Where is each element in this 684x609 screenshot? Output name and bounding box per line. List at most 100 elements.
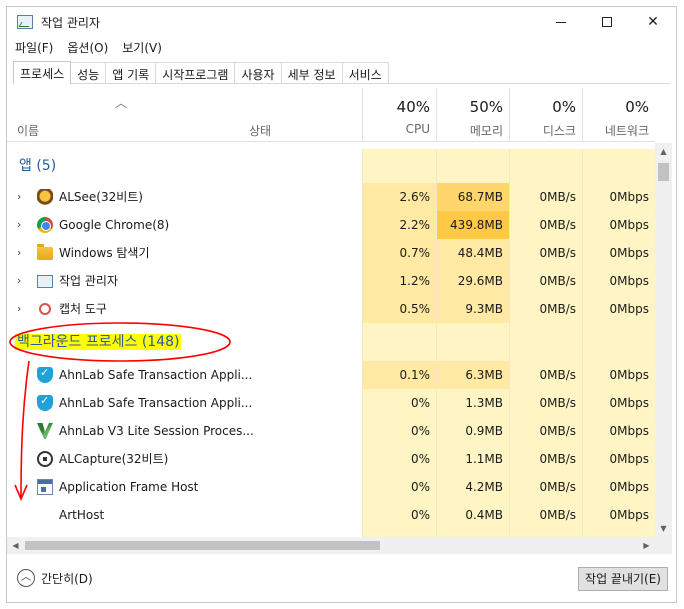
scroll-down-icon[interactable]: ▼ [655,520,672,537]
network-cell: 0Mbps [582,295,655,323]
footer: ︿ 간단히(D) 작업 끝내기(E) [7,555,676,602]
blank-icon [37,507,53,523]
process-name: 작업 관리자 [59,274,119,288]
tab-users[interactable]: 사용자 [234,62,282,83]
process-row[interactable]: Application Frame Host 0% 4.2MB 0MB/s 0M… [7,473,655,501]
memory-cell: 9.3MB [436,295,509,323]
group-label-background: 백그라운드 프로세스 (148) [15,323,182,361]
process-row[interactable]: AhnLab Safe Transaction Appli... 0% 1.3M… [7,389,655,417]
header-disk[interactable]: 0% 디스크 [509,88,582,142]
tab-app-history[interactable]: 앱 기록 [105,62,157,83]
process-name: 캡처 도구 [59,302,107,316]
disk-cell: 0MB/s [509,501,582,529]
tab-startup[interactable]: 시작프로그램 [155,62,236,83]
process-name: Google Chrome(8) [59,218,170,232]
network-percent: 0% [625,98,649,116]
title-bar[interactable]: 작업 관리자 ✕ [7,7,676,37]
memory-label: 메모리 [469,124,503,138]
network-cell: 0Mbps [582,361,655,389]
header-network[interactable]: 0% 네트워크 [582,88,655,142]
column-header: ︿ 이름 상태 40% CPU 50% 메모리 0% 디스크 0% 네트워크 [7,88,655,142]
process-row[interactable]: AhnLab Safe Transaction Appli... 0.1% 6.… [7,361,655,389]
disk-cell: 0MB/s [509,389,582,417]
network-label: 네트워크 [604,124,649,138]
chrome-icon [37,217,53,233]
network-cell: 0Mbps [582,211,655,239]
network-cell: 0Mbps [582,183,655,211]
cpu-cell: 2.2% [362,211,436,239]
close-button[interactable]: ✕ [630,7,676,37]
memory-cell: 48.4MB [436,239,509,267]
process-row[interactable]: › Google Chrome(8) 2.2% 439.8MB 0MB/s 0M… [7,211,655,239]
disk-cell: 0MB/s [509,445,582,473]
horizontal-scroll-thumb[interactable] [25,541,380,550]
tab-details[interactable]: 세부 정보 [280,62,343,83]
expand-chevron-icon[interactable]: › [17,267,21,295]
cpu-cell: 0% [362,501,436,529]
scroll-corner [655,537,672,554]
cpu-cell: 0% [362,389,436,417]
process-row[interactable]: ArtHost 0% 0.4MB 0MB/s 0Mbps [7,501,655,529]
process-row[interactable]: ALCapture(32비트) 0% 1.1MB 0MB/s 0Mbps [7,445,655,473]
minimize-icon [556,21,566,23]
alsee-icon [37,189,53,205]
header-memory[interactable]: 50% 메모리 [436,88,509,142]
vertical-scroll-thumb[interactable] [658,163,669,181]
cpu-cell: 0.1% [362,361,436,389]
group-row-background[interactable]: 백그라운드 프로세스 (148) [7,323,655,361]
shield-icon [37,366,53,383]
horizontal-scrollbar[interactable]: ◀ ▶ [7,537,655,554]
expand-chevron-icon[interactable]: › [17,211,21,239]
expand-chevron-icon[interactable]: › [17,239,21,267]
disk-cell: 0MB/s [509,473,582,501]
expand-chevron-icon[interactable]: › [17,295,21,323]
process-row[interactable]: › ALSee(32비트) 2.6% 68.7MB 0MB/s 0Mbps [7,183,655,211]
task-manager-window: 작업 관리자 ✕ 파일(F) 옵션(O) 보기(V) 프로세스 성능 앱 기록 … [6,6,677,603]
end-task-button[interactable]: 작업 끝내기(E) [578,567,668,591]
close-icon: ✕ [647,14,659,30]
process-name: ArtHost [59,508,105,522]
memory-cell: 29.6MB [436,267,509,295]
network-cell: 0Mbps [582,389,655,417]
tab-performance[interactable]: 성능 [70,62,107,83]
scroll-right-icon[interactable]: ▶ [638,537,655,554]
scroll-up-icon[interactable]: ▲ [655,143,672,160]
menu-file[interactable]: 파일(F) [15,39,53,59]
process-name: ALSee(32비트) [59,190,143,204]
header-cpu[interactable]: 40% CPU [362,88,436,142]
header-name[interactable]: 이름 [17,122,39,139]
tab-services[interactable]: 서비스 [341,62,389,83]
disk-cell: 0MB/s [509,295,582,323]
app-window-icon [37,479,53,495]
memory-cell: 1.3MB [436,389,509,417]
memory-cell: 0.4MB [436,501,509,529]
process-row[interactable]: › 작업 관리자 1.2% 29.6MB 0MB/s 0Mbps [7,267,655,295]
shield-icon [37,394,53,411]
task-manager-icon [17,15,33,29]
tab-processes[interactable]: 프로세스 [13,61,72,84]
process-row[interactable]: › 캡처 도구 0.5% 9.3MB 0MB/s 0Mbps [7,295,655,323]
disk-cell: 0MB/s [509,239,582,267]
memory-cell: 68.7MB [436,183,509,211]
process-row-partial [7,529,655,537]
cpu-cell: 0.5% [362,295,436,323]
disk-cell: 0MB/s [509,211,582,239]
process-row[interactable]: AhnLab V3 Lite Session Proces... 0% 0.9M… [7,417,655,445]
sort-up-icon: ︿ [115,96,128,110]
menu-bar: 파일(F) 옵션(O) 보기(V) [15,39,162,59]
group-row-apps[interactable]: 앱 (5) [7,149,655,183]
expand-chevron-icon[interactable]: › [17,183,21,211]
scroll-left-icon[interactable]: ◀ [7,537,24,554]
maximize-button[interactable] [584,7,630,37]
disk-cell: 0MB/s [509,417,582,445]
header-status[interactable]: 상태 [249,122,271,139]
menu-view[interactable]: 보기(V) [122,39,162,59]
memory-cell: 6.3MB [436,361,509,389]
vertical-scrollbar[interactable]: ▲ ▼ [655,143,672,537]
process-row[interactable]: › Windows 탐색기 0.7% 48.4MB 0MB/s 0Mbps [7,239,655,267]
network-cell: 0Mbps [582,473,655,501]
fewer-details-button[interactable]: ︿ 간단히(D) [17,569,93,587]
menu-options[interactable]: 옵션(O) [67,39,108,59]
cpu-cell: 1.2% [362,267,436,295]
minimize-button[interactable] [538,7,584,37]
